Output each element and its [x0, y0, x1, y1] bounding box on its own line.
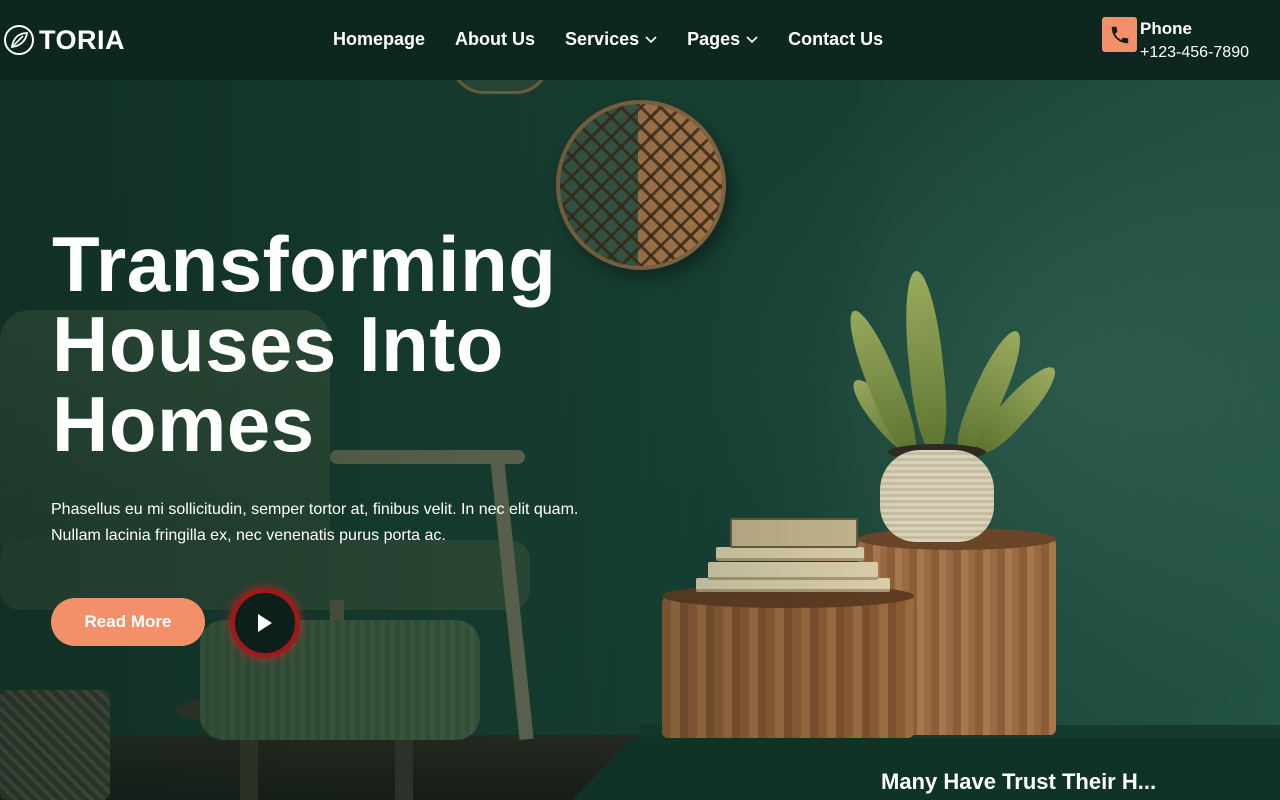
nav-item-about-us[interactable]: About Us — [455, 29, 535, 50]
read-more-button[interactable]: Read More — [51, 598, 205, 646]
nav-item-label: Contact Us — [788, 29, 884, 49]
hero-title-line: Houses Into — [52, 300, 504, 388]
play-video-button[interactable] — [230, 588, 300, 658]
hero-title-line: Homes — [52, 380, 315, 468]
nav-item-contact-us[interactable]: Contact Us — [788, 29, 883, 50]
hero-title: Transforming Houses Into Homes — [52, 224, 652, 464]
trust-title: Many Have Trust Their H... — [881, 769, 1157, 794]
nav-item-label: About Us — [455, 29, 536, 49]
hero-title-line: Transforming — [52, 220, 557, 308]
main-nav: Homepage About Us Services Pages Contact… — [333, 29, 913, 50]
nav-item-homepage[interactable]: Homepage — [333, 29, 425, 50]
chevron-down-icon — [645, 35, 657, 43]
phone-icon — [1102, 17, 1137, 52]
nav-item-label: Services — [565, 29, 640, 49]
leaf-circle-icon — [4, 25, 34, 55]
brand-name: TORIA — [39, 24, 126, 55]
chevron-down-icon — [746, 35, 758, 43]
phone-label: Phone — [1140, 19, 1192, 38]
nav-item-label: Pages — [687, 29, 741, 49]
nav-item-label: Homepage — [333, 29, 426, 49]
phone-text: Phone +123-456-7890 — [1140, 17, 1249, 65]
hero-description: Phasellus eu mi sollicitudin, semper tor… — [51, 501, 579, 544]
play-icon — [258, 614, 272, 632]
site-header: TORIA Homepage About Us Services Pages C… — [0, 0, 1280, 80]
nav-item-pages[interactable]: Pages — [687, 29, 758, 50]
logo[interactable]: TORIA — [3, 24, 125, 56]
phone-number: +123-456-7890 — [1140, 44, 1249, 61]
nav-item-services[interactable]: Services — [565, 29, 657, 50]
phone-contact[interactable]: Phone +123-456-7890 — [1102, 17, 1249, 65]
